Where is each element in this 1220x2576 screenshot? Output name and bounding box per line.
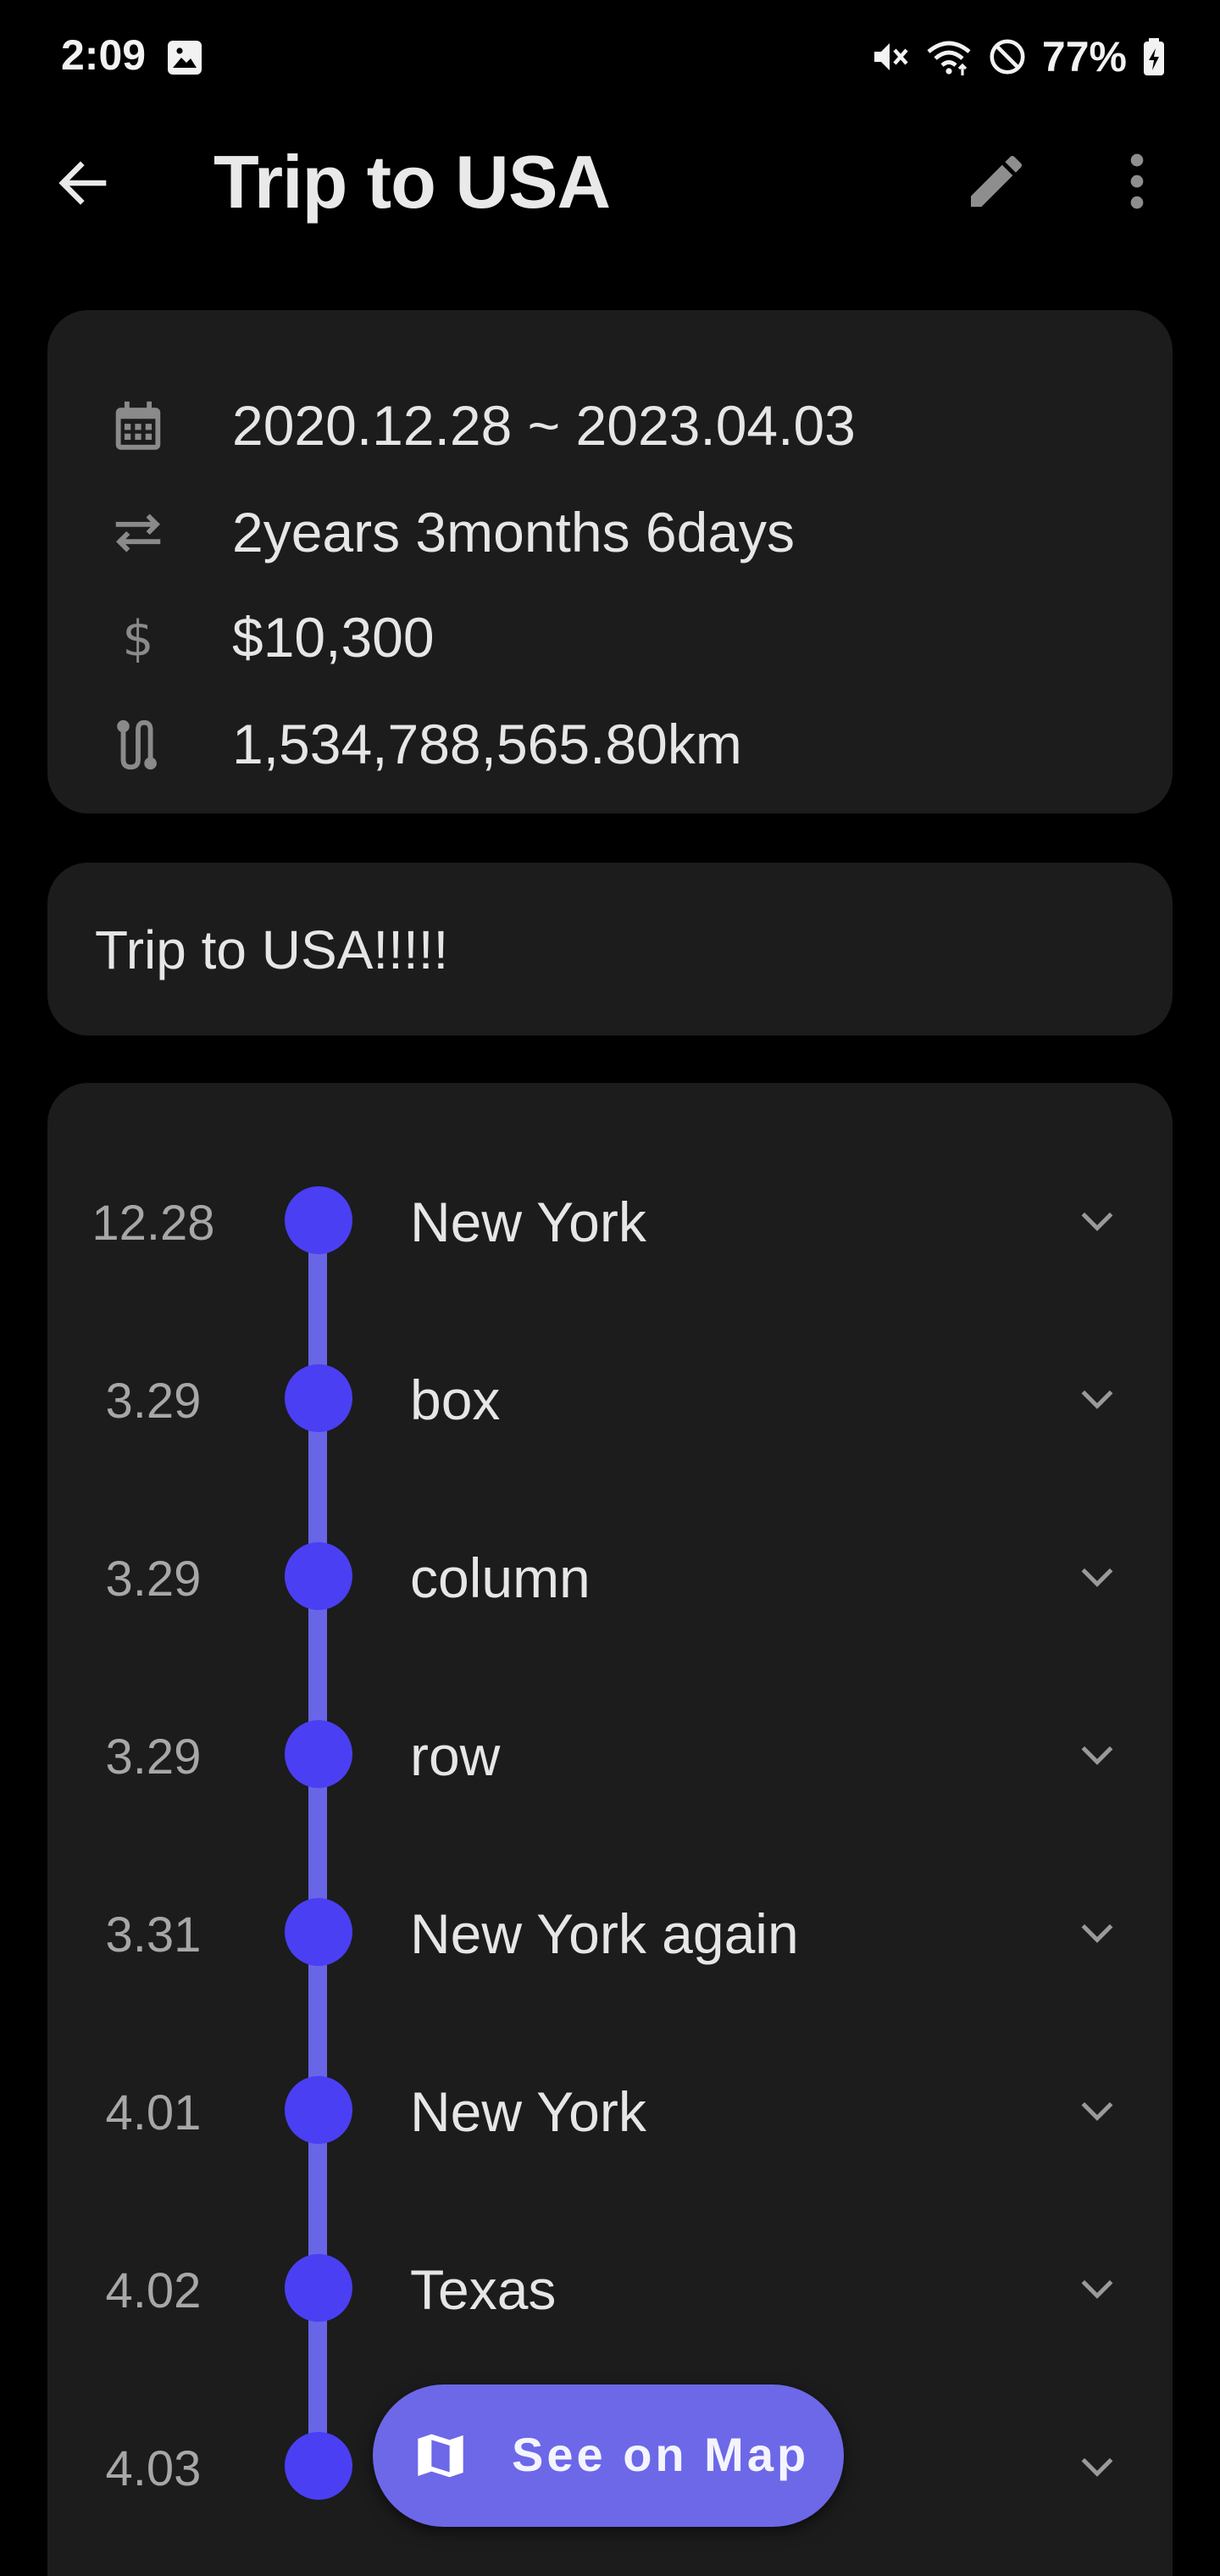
distance-row: 1,534,788,565.80km bbox=[47, 697, 1173, 781]
duration-row: 2years 3months 6days bbox=[47, 485, 1173, 569]
timeline-place: New York bbox=[410, 2080, 646, 2143]
trip-detail-screen: 2:09 77% Trip to USA 2020.12.28 ~ 2023.0… bbox=[0, 0, 1220, 2576]
timeline-place: column bbox=[410, 1546, 591, 1609]
timeline-place: New York bbox=[410, 1191, 646, 1253]
chevron-down-icon[interactable] bbox=[1076, 1378, 1118, 1420]
timeline-place: row bbox=[410, 1724, 501, 1787]
see-on-map-label: See on Map bbox=[512, 2428, 810, 2481]
memo-text: Trip to USA!!!!! bbox=[95, 919, 449, 980]
battery-charging-icon bbox=[1144, 38, 1164, 75]
chevron-down-icon[interactable] bbox=[1076, 2268, 1118, 2310]
timeline-place: New York again bbox=[410, 1902, 799, 1965]
distance-text: 1,534,788,565.80km bbox=[232, 713, 742, 775]
timeline-date: 3.31 bbox=[105, 1907, 202, 1963]
timeline-date: 4.02 bbox=[105, 2263, 202, 2318]
chevron-down-icon[interactable] bbox=[1076, 1734, 1118, 1776]
timeline-item[interactable]: 4.01 New York bbox=[47, 2059, 1173, 2161]
chevron-down-icon[interactable] bbox=[1076, 1200, 1118, 1242]
timeline-dot bbox=[285, 2076, 352, 2144]
swap-arrows-icon bbox=[115, 514, 161, 552]
gallery-icon bbox=[168, 41, 202, 75]
svg-text:$: $ bbox=[122, 609, 153, 667]
status-bar: 2:09 77% bbox=[0, 0, 1220, 115]
timeline-dot bbox=[285, 1720, 352, 1788]
timeline-dot bbox=[285, 1186, 352, 1254]
dollar-icon: $ bbox=[122, 609, 153, 667]
budget-text: $10,300 bbox=[232, 606, 435, 669]
timeline-dot bbox=[285, 2254, 352, 2322]
route-icon bbox=[117, 719, 157, 770]
timeline-date: 3.29 bbox=[105, 1374, 202, 1429]
timeline-date: 12.28 bbox=[92, 1196, 215, 1251]
wifi-icon bbox=[927, 41, 971, 75]
battery-percent: 77% bbox=[1041, 33, 1127, 80]
timeline-date: 3.29 bbox=[105, 1552, 202, 1607]
more-vert-icon[interactable] bbox=[1112, 147, 1162, 215]
timeline-date: 4.01 bbox=[105, 2085, 202, 2140]
do-not-disturb-icon bbox=[990, 39, 1025, 75]
app-bar: Trip to USA bbox=[0, 127, 1220, 237]
timeline-place: Texas bbox=[410, 2258, 557, 2321]
timeline-dot bbox=[285, 1364, 352, 1432]
see-on-map-button[interactable]: See on Map bbox=[373, 2384, 844, 2527]
timeline-card bbox=[47, 1083, 1173, 2576]
timeline-dot bbox=[285, 1898, 352, 1966]
chevron-down-icon[interactable] bbox=[1076, 1912, 1118, 1954]
chevron-down-icon[interactable] bbox=[1076, 2090, 1118, 2132]
timeline-item[interactable]: 3.29 column bbox=[47, 1525, 1173, 1627]
timeline-item[interactable]: 3.31 New York again bbox=[47, 1881, 1173, 1983]
timeline-item[interactable]: 3.29 row bbox=[47, 1703, 1173, 1805]
timeline-item[interactable]: 12.28 New York bbox=[47, 1169, 1173, 1271]
edit-pencil-icon[interactable] bbox=[962, 147, 1030, 215]
timeline-place: box bbox=[410, 1368, 501, 1431]
status-icons: 77% bbox=[869, 31, 1166, 83]
budget-row: $ $10,300 bbox=[47, 590, 1173, 675]
status-time: 2:09 bbox=[61, 31, 147, 79]
date-range-row: 2020.12.28 ~ 2023.04.03 bbox=[47, 378, 1173, 463]
duration-text: 2years 3months 6days bbox=[232, 501, 796, 564]
back-arrow-icon[interactable] bbox=[53, 153, 114, 214]
timeline-item[interactable]: 3.29 box bbox=[47, 1347, 1173, 1449]
calendar-icon bbox=[115, 401, 161, 450]
trip-info-card: 2020.12.28 ~ 2023.04.03 2years 3months 6… bbox=[47, 310, 1173, 813]
date-range-text: 2020.12.28 ~ 2023.04.03 bbox=[232, 394, 856, 457]
chevron-down-icon[interactable] bbox=[1076, 2446, 1118, 2488]
map-icon bbox=[418, 2434, 463, 2478]
timeline-dot bbox=[285, 1542, 352, 1610]
trip-memo-card[interactable]: Trip to USA!!!!! bbox=[47, 863, 1173, 1035]
page-title: Trip to USA bbox=[214, 140, 611, 224]
mute-icon bbox=[873, 43, 908, 70]
chevron-down-icon[interactable] bbox=[1076, 1556, 1118, 1598]
timeline-date: 3.29 bbox=[105, 1729, 202, 1785]
timeline-item[interactable]: 4.02 Texas bbox=[47, 2237, 1173, 2339]
timeline-date: 4.03 bbox=[105, 2441, 202, 2496]
timeline-dot bbox=[285, 2432, 352, 2500]
